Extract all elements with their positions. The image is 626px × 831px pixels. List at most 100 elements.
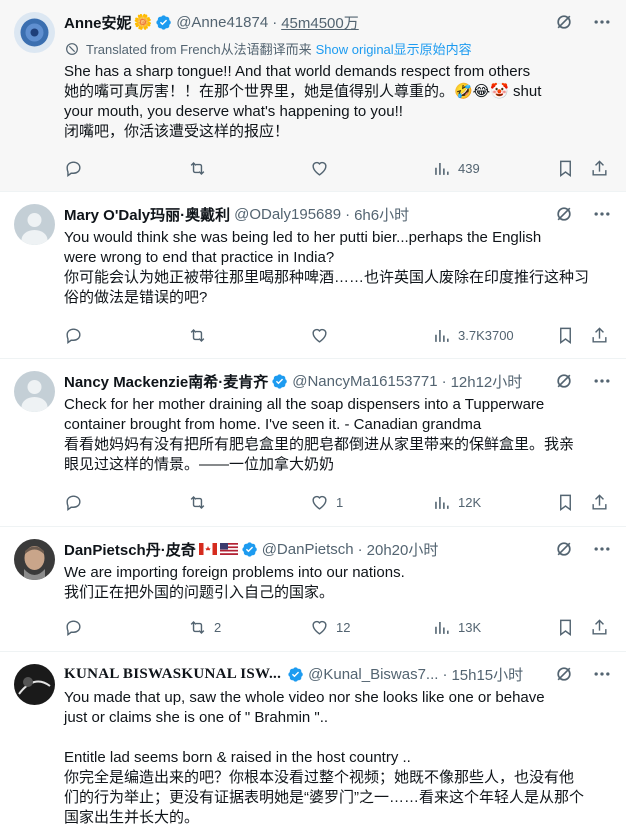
default-avatar-icon: [14, 204, 55, 245]
like-button[interactable]: 1: [310, 493, 343, 512]
reply-icon: [66, 619, 81, 636]
tweet-text: You made that up, saw the whole video no…: [64, 689, 584, 826]
grok-icon[interactable]: [554, 664, 574, 684]
grok-icon[interactable]: [554, 204, 574, 224]
display-name[interactable]: KUNAL BISWASKUNAL ISW...: [64, 666, 281, 683]
share-button[interactable]: [590, 159, 609, 178]
grok-icon[interactable]: [554, 539, 574, 559]
verified-badge-icon: [242, 541, 257, 557]
display-name[interactable]: Nancy Mackenzie南希·麦肯齐: [64, 371, 268, 392]
like-button[interactable]: [310, 326, 336, 345]
user-handle[interactable]: @Anne41874: [176, 14, 268, 31]
more-options-icon[interactable]: [592, 664, 612, 684]
share-icon: [592, 159, 607, 176]
more-options-icon[interactable]: [592, 539, 612, 559]
tweet[interactable]: Mary O'Daly玛丽·奥戴利 @ODaly195689 · 6h6小时 Y…: [0, 192, 626, 359]
tweet[interactable]: Nancy Mackenzie南希·麦肯齐 @NancyMa16153771 ·…: [0, 359, 626, 527]
reply-icon: [66, 160, 81, 177]
heart-icon: [312, 161, 327, 176]
more-options-icon[interactable]: [592, 12, 612, 32]
share-icon: [592, 326, 607, 343]
heart-icon: [312, 620, 327, 635]
bookmark-button[interactable]: [556, 493, 575, 512]
view-count: 439: [458, 160, 480, 176]
views-chart-icon: [435, 621, 449, 634]
retweet-button[interactable]: [188, 159, 214, 178]
bookmark-icon: [560, 327, 571, 344]
bookmark-button[interactable]: [556, 326, 575, 345]
more-options-icon[interactable]: [592, 204, 612, 224]
display-name[interactable]: Anne安妮: [64, 12, 132, 33]
avatar[interactable]: [14, 12, 55, 53]
reply-button[interactable]: [64, 618, 90, 637]
avatar[interactable]: [14, 204, 55, 245]
more-options-icon[interactable]: [592, 371, 612, 391]
translation-notice: Translated from French从法语翻译而来 Show origi…: [64, 39, 472, 58]
share-icon: [592, 493, 607, 510]
share-button[interactable]: [590, 618, 609, 637]
reply-button[interactable]: [64, 159, 90, 178]
reply-button[interactable]: [64, 326, 90, 345]
tweet[interactable]: KUNAL BISWASKUNAL ISW... @Kunal_Biswas7.…: [0, 652, 626, 831]
share-button[interactable]: [590, 493, 609, 512]
retweet-icon: [190, 161, 205, 175]
avatar[interactable]: [14, 664, 55, 705]
display-name[interactable]: Mary O'Daly玛丽·奥戴利: [64, 204, 230, 225]
bookmark-icon: [560, 494, 571, 511]
like-count: 1: [336, 494, 344, 510]
grok-icon[interactable]: [554, 371, 574, 391]
timestamp[interactable]: 12h12小时: [451, 371, 523, 392]
canada-flag-icon: [198, 543, 217, 555]
views-button[interactable]: 12K: [432, 493, 481, 512]
bookmark-icon: [560, 160, 571, 177]
views-chart-icon: [435, 162, 449, 175]
reply-button[interactable]: [64, 493, 90, 512]
share-icon: [592, 618, 607, 635]
avatar-image: [14, 539, 55, 580]
avatar[interactable]: [14, 371, 55, 412]
user-handle[interactable]: @DanPietsch: [262, 541, 354, 558]
reply-icon: [66, 494, 81, 511]
user-handle[interactable]: @NancyMa16153771: [292, 373, 437, 390]
retweet-button[interactable]: [188, 493, 214, 512]
separator-dot: ·: [442, 665, 448, 683]
user-handle[interactable]: @ODaly195689: [234, 206, 341, 223]
views-button[interactable]: 13K: [432, 618, 481, 637]
grok-icon[interactable]: [554, 12, 574, 32]
retweet-icon: [190, 495, 205, 509]
tweet-text: We are importing foreign problems into o…: [64, 564, 405, 601]
retweet-count: 2: [214, 619, 222, 635]
timestamp[interactable]: 15h15小时: [451, 664, 523, 685]
like-button[interactable]: [310, 159, 336, 178]
retweet-button[interactable]: 2: [188, 618, 221, 637]
views-button[interactable]: 3.7K3700: [432, 326, 514, 345]
bookmark-button[interactable]: [556, 159, 575, 178]
like-count: 12: [336, 619, 351, 635]
timestamp[interactable]: 45m4500万: [281, 12, 359, 33]
like-button[interactable]: 12: [310, 618, 350, 637]
tweet[interactable]: DanPietsch丹·皮奇 @DanPietsch · 20h20小时 We …: [0, 527, 626, 652]
share-button[interactable]: [590, 326, 609, 345]
separator-dot: ·: [441, 372, 447, 390]
tweet[interactable]: Anne安妮 🌼 @Anne41874 · 45m4500万 Translate…: [0, 0, 626, 192]
heart-icon: [312, 328, 327, 343]
bookmark-button[interactable]: [556, 618, 575, 637]
views-chart-icon: [435, 496, 449, 509]
retweet-button[interactable]: [188, 326, 214, 345]
display-name[interactable]: DanPietsch丹·皮奇: [64, 539, 196, 560]
timestamp[interactable]: 6h6小时: [354, 204, 409, 225]
views-button[interactable]: 439: [432, 159, 480, 178]
view-count: 3.7K3700: [458, 327, 514, 343]
view-count: 13K: [458, 619, 482, 635]
translated-label: Translated from French从法语翻译而来: [86, 42, 312, 57]
verified-badge-icon: [272, 373, 287, 389]
user-handle[interactable]: @Kunal_Biswas7...: [308, 666, 438, 683]
default-avatar-icon: [14, 371, 55, 412]
show-original-link[interactable]: Show original显示原始内容: [316, 39, 472, 58]
avatar[interactable]: [14, 539, 55, 580]
timestamp[interactable]: 20h20小时: [367, 539, 439, 560]
separator-dot: ·: [345, 205, 351, 223]
tweet-text: Check for her mother draining all the so…: [64, 396, 575, 473]
retweet-icon: [190, 328, 205, 342]
avatar-image: [14, 12, 55, 53]
